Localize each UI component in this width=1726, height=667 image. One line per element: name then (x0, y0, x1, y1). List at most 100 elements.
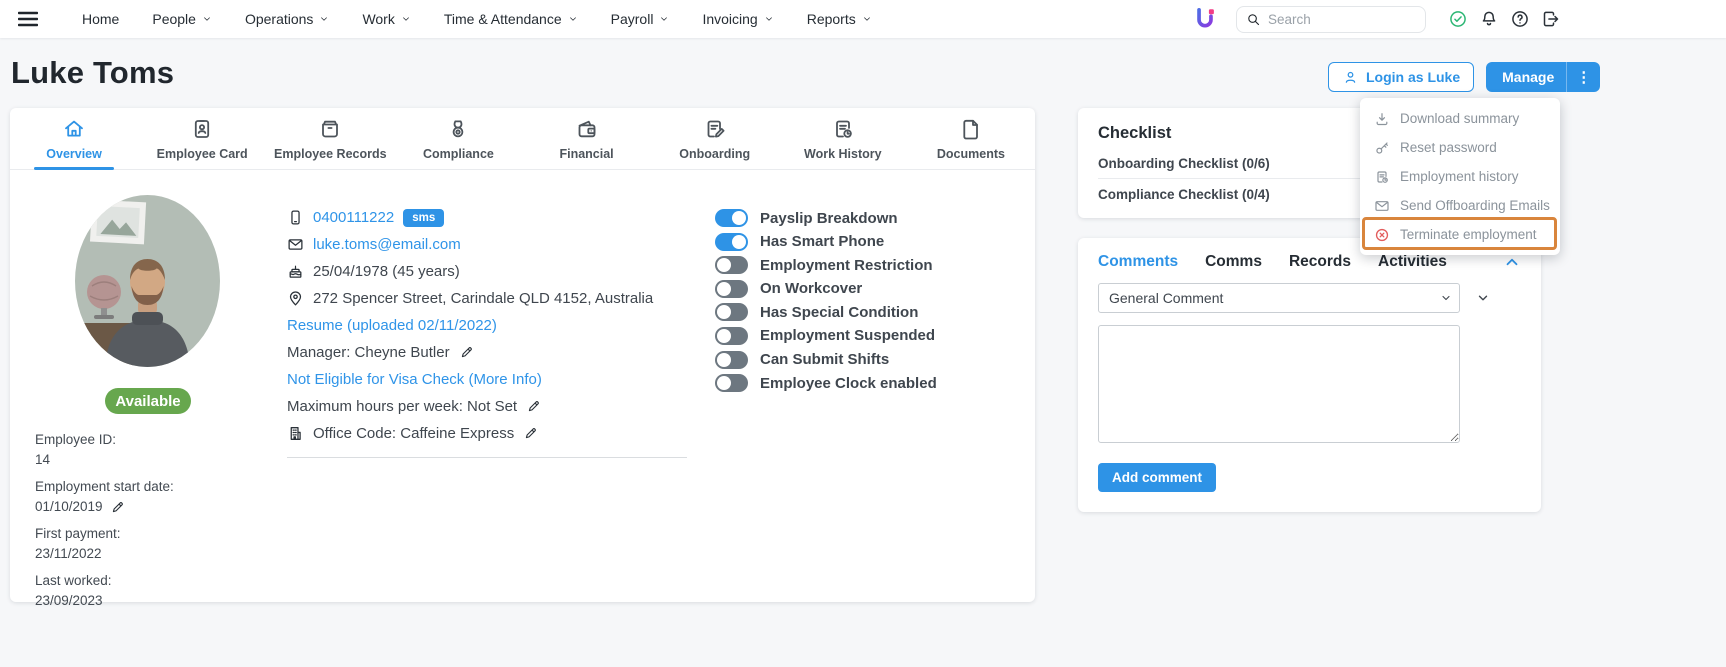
tab-comms[interactable]: Comms (1205, 253, 1262, 271)
top-navigation: Home People Operations Work Time & Atten… (0, 0, 1726, 38)
divider (287, 457, 687, 458)
menu-item-download-summary[interactable]: Download summary (1360, 104, 1560, 133)
archive-box-icon (318, 117, 342, 141)
toggle-payslip-breakdown[interactable]: Payslip Breakdown (715, 209, 937, 227)
resume-link[interactable]: Resume (uploaded 02/11/2022) (287, 317, 497, 334)
toggle-employee-clock-enabled[interactable]: Employee Clock enabled (715, 374, 937, 392)
toggle-can-submit-shifts[interactable]: Can Submit Shifts (715, 351, 937, 369)
nav-item-operations[interactable]: Operations (245, 11, 329, 27)
edit-pencil-icon[interactable] (459, 345, 474, 360)
menu-item-terminate-employment[interactable]: Terminate employment (1360, 220, 1560, 249)
employee-photo (75, 195, 220, 367)
chevron-down-icon[interactable] (1476, 291, 1490, 305)
nav-label: Time & Attendance (444, 11, 562, 27)
toggle-switch[interactable] (715, 303, 748, 321)
edit-pencil-icon[interactable] (523, 426, 538, 441)
sms-badge[interactable]: sms (403, 209, 444, 227)
status-check-icon[interactable] (1448, 9, 1468, 29)
tab-work-history[interactable]: Work History (779, 108, 907, 169)
document-icon (959, 117, 983, 141)
toggle-switch[interactable] (715, 351, 748, 369)
tab-comments[interactable]: Comments (1098, 253, 1178, 271)
chevron-down-icon (319, 14, 329, 24)
notifications-bell-icon[interactable] (1479, 9, 1499, 29)
chevron-down-icon (202, 14, 212, 24)
tab-label: Employee Records (274, 147, 387, 161)
menu-item-send-offboarding-emails[interactable]: Send Offboarding Emails (1360, 191, 1560, 220)
help-icon[interactable] (1510, 9, 1530, 29)
nav-label: Work (362, 11, 394, 27)
toggle-switch[interactable] (715, 233, 748, 251)
comment-textarea[interactable] (1098, 325, 1460, 443)
menu-item-employment-history[interactable]: Employment history (1360, 162, 1560, 191)
collapse-chevron-up-icon[interactable] (1503, 253, 1521, 271)
chevron-down-icon (862, 14, 872, 24)
comments-card: Comments Comms Records Activities Genera… (1078, 238, 1541, 512)
tab-financial[interactable]: Financial (523, 108, 651, 169)
x-circle-icon (1374, 227, 1390, 243)
nav-item-time-attendance[interactable]: Time & Attendance (444, 11, 578, 27)
toggle-on-workcover[interactable]: On Workcover (715, 280, 937, 298)
logout-icon[interactable] (1541, 9, 1561, 29)
app-logo (1192, 6, 1218, 32)
nav-item-work[interactable]: Work (362, 11, 410, 27)
tab-onboarding[interactable]: Onboarding (651, 108, 779, 169)
phone-link[interactable]: 0400111222 (313, 209, 394, 226)
menu-item-reset-password[interactable]: Reset password (1360, 133, 1560, 162)
manage-label: Manage (1486, 69, 1566, 85)
status-badge: Available (105, 388, 191, 414)
detail-label: Employee ID: (35, 430, 174, 450)
office-code-text: Office Code: Caffeine Express (313, 425, 514, 442)
add-comment-button[interactable]: Add comment (1098, 463, 1216, 492)
toggle-switch[interactable] (715, 209, 748, 227)
wallet-icon (575, 117, 599, 141)
comment-type-select[interactable]: General Comment (1098, 283, 1460, 313)
nav-item-invoicing[interactable]: Invoicing (702, 11, 773, 27)
comment-type-row: General Comment (1098, 283, 1521, 313)
tab-employee-records[interactable]: Employee Records (266, 108, 394, 169)
search-input[interactable] (1268, 12, 1398, 27)
tab-activities[interactable]: Activities (1378, 253, 1447, 271)
building-icon (287, 425, 304, 442)
nav-item-people[interactable]: People (152, 11, 212, 27)
edit-pencil-icon[interactable] (526, 399, 541, 414)
employee-details: Employee ID: 14 Employment start date: 0… (35, 430, 174, 618)
home-icon (62, 117, 86, 141)
toggle-employment-suspended[interactable]: Employment Suspended (715, 327, 937, 345)
toggle-label: Employment Suspended (760, 327, 935, 344)
hamburger-menu-icon[interactable] (18, 11, 38, 27)
toggle-switch[interactable] (715, 256, 748, 274)
global-search[interactable] (1236, 6, 1426, 33)
toggle-switch[interactable] (715, 280, 748, 298)
edit-pencil-icon[interactable] (110, 500, 125, 515)
comment-type-select-wrap: General Comment (1098, 283, 1460, 313)
search-icon (1246, 12, 1261, 27)
tab-label: Compliance (423, 147, 494, 161)
toggle-switch[interactable] (715, 374, 748, 392)
profile-tabbar: Overview Employee Card Employee Records … (10, 108, 1035, 170)
detail-start-date: Employment start date: 01/10/2019 (35, 477, 174, 517)
detail-label: First payment: (35, 524, 174, 544)
nav-item-reports[interactable]: Reports (807, 11, 872, 27)
kebab-menu-icon[interactable]: ⋮ (1566, 62, 1600, 92)
tab-compliance[interactable]: Compliance (394, 108, 522, 169)
nav-item-home[interactable]: Home (82, 11, 119, 27)
toggle-has-special-condition[interactable]: Has Special Condition (715, 303, 937, 321)
toggle-has-smart-phone[interactable]: Has Smart Phone (715, 233, 937, 251)
download-icon (1374, 111, 1390, 127)
tab-records[interactable]: Records (1289, 253, 1351, 271)
tab-overview[interactable]: Overview (10, 108, 138, 169)
document-clock-icon (831, 117, 855, 141)
nav-item-payroll[interactable]: Payroll (611, 11, 670, 27)
tab-employee-card[interactable]: Employee Card (138, 108, 266, 169)
manage-dropdown-menu: Download summary Reset password Employme… (1360, 98, 1560, 255)
toggle-switch[interactable] (715, 327, 748, 345)
visa-check-link[interactable]: Not Eligible for Visa Check (More Info) (287, 371, 542, 388)
toggle-employment-restriction[interactable]: Employment Restriction (715, 256, 937, 274)
detail-employee-id: Employee ID: 14 (35, 430, 174, 470)
login-as-button[interactable]: Login as Luke (1328, 62, 1474, 92)
manage-button[interactable]: Manage ⋮ (1486, 62, 1600, 92)
tab-documents[interactable]: Documents (907, 108, 1035, 169)
email-link[interactable]: luke.toms@email.com (313, 236, 461, 253)
address-row: 272 Spencer Street, Carindale QLD 4152, … (287, 285, 715, 312)
